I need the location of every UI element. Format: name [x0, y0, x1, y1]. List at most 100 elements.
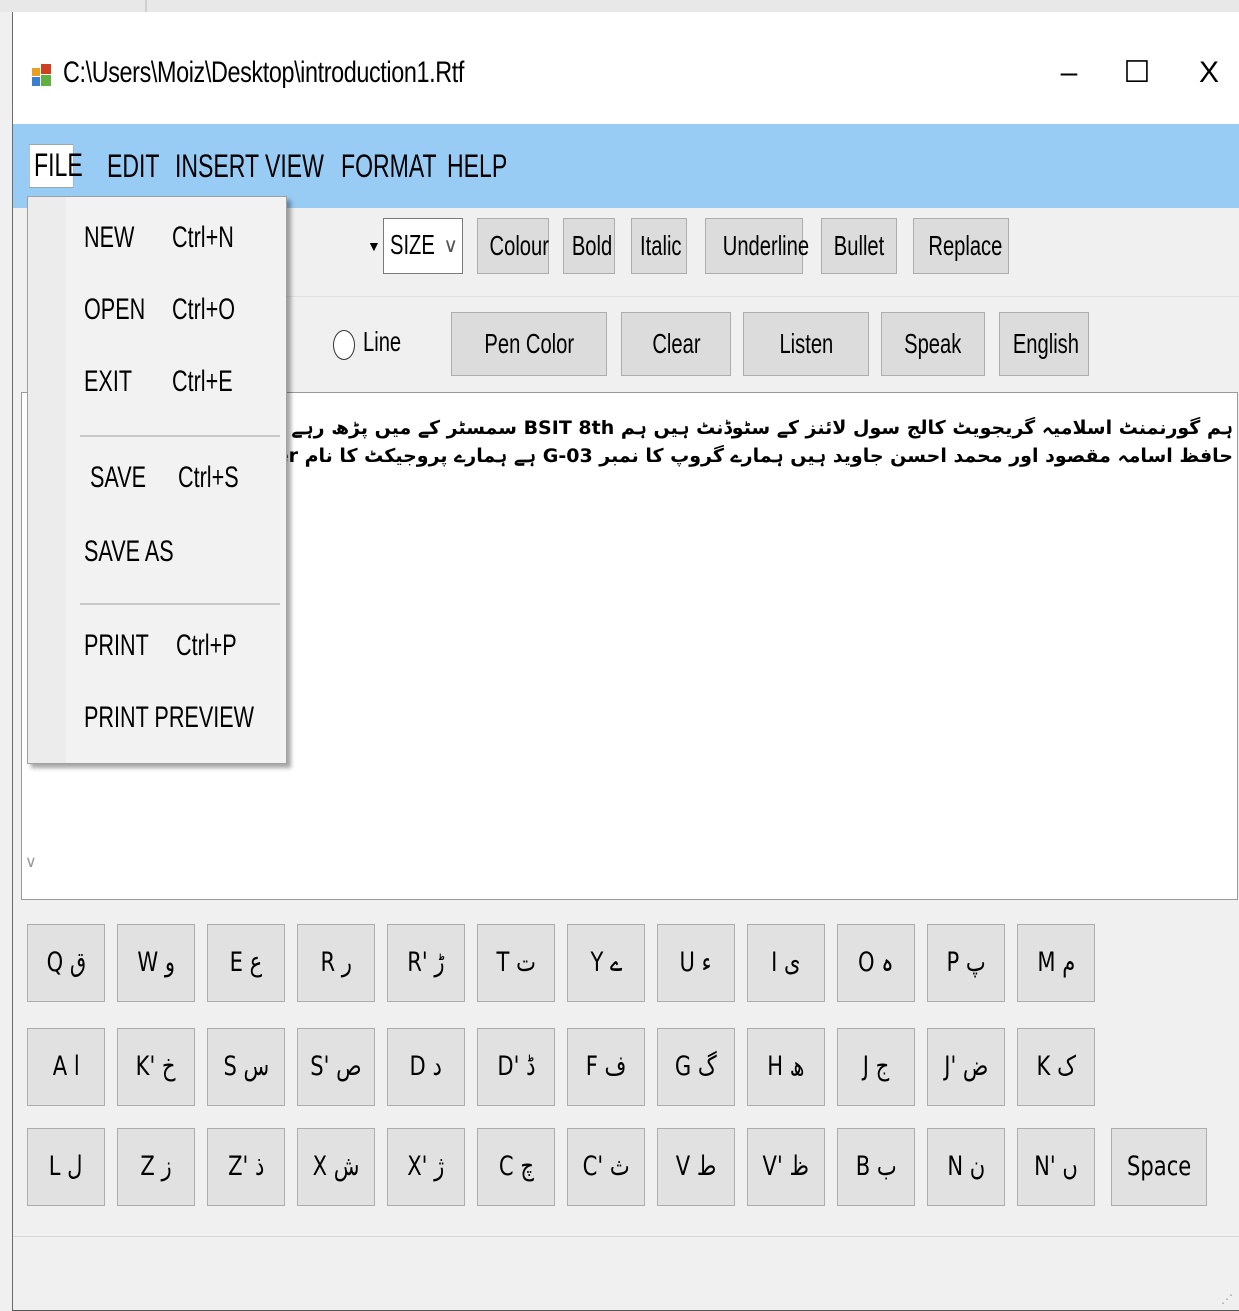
- menu-help[interactable]: HELP: [447, 146, 507, 186]
- menu-view[interactable]: VIEW: [265, 146, 324, 186]
- key-label: D' ڈ: [496, 1051, 536, 1082]
- line-radio[interactable]: [333, 330, 355, 360]
- scroll-down-icon[interactable]: ∨: [25, 852, 37, 872]
- key-y[interactable]: Y ے: [567, 924, 645, 1002]
- menu-insert[interactable]: INSERT: [175, 146, 259, 186]
- menu-file[interactable]: FILE: [29, 144, 83, 188]
- colour-button[interactable]: Colour: [477, 218, 549, 274]
- key-label: O ہ: [858, 947, 894, 978]
- replace-button-label: Replace: [928, 230, 1003, 261]
- key-g[interactable]: G گ: [657, 1028, 735, 1106]
- key-a[interactable]: A ا: [27, 1028, 105, 1106]
- menu-item-open[interactable]: OPEN Ctrl+O: [28, 283, 286, 339]
- key-label: S' ص: [310, 1051, 362, 1082]
- speak-button-label: Speak: [904, 328, 962, 359]
- replace-button[interactable]: Replace: [913, 218, 1009, 274]
- key-o[interactable]: O ہ: [837, 924, 915, 1002]
- pen-color-label: Pen Color: [484, 328, 574, 359]
- key-l[interactable]: L ل: [27, 1128, 105, 1206]
- bullet-button[interactable]: Bullet: [821, 218, 897, 274]
- speak-button[interactable]: Speak: [881, 312, 985, 376]
- key-r[interactable]: R ر: [297, 924, 375, 1002]
- resize-grip-icon[interactable]: ⋰: [1221, 1292, 1233, 1306]
- key-q[interactable]: Q ق: [27, 924, 105, 1002]
- space-key[interactable]: Space: [1111, 1128, 1207, 1206]
- key-d[interactable]: D د: [387, 1028, 465, 1106]
- key-s[interactable]: S س: [207, 1028, 285, 1106]
- key-b[interactable]: B ب: [837, 1128, 915, 1206]
- bold-button[interactable]: Bold: [563, 218, 615, 274]
- key-label: K' خ: [136, 1051, 176, 1082]
- key-v[interactable]: V ط: [657, 1128, 735, 1206]
- menu-separator: [80, 435, 280, 437]
- menu-item-exit[interactable]: EXIT Ctrl+E: [28, 355, 286, 411]
- clear-button[interactable]: Clear: [621, 312, 731, 376]
- menu-item-shortcut: Ctrl+N: [172, 221, 234, 254]
- key-label: W و: [137, 947, 175, 978]
- key-z-alt[interactable]: Z' ذ: [207, 1128, 285, 1206]
- key-c-alt[interactable]: C' ث: [567, 1128, 645, 1206]
- size-select[interactable]: SIZE ∨: [383, 218, 463, 274]
- key-label: E ع: [229, 947, 263, 978]
- menu-item-label: PRINT: [84, 629, 149, 662]
- key-t[interactable]: T ت: [477, 924, 555, 1002]
- key-label: R ر: [320, 947, 352, 978]
- key-label: B ب: [855, 1151, 897, 1182]
- minimize-button[interactable]: –: [1049, 50, 1089, 96]
- key-label: G گ: [675, 1051, 717, 1082]
- key-k[interactable]: K ک: [1017, 1028, 1095, 1106]
- key-p[interactable]: P پ: [927, 924, 1005, 1002]
- italic-button[interactable]: Italic: [631, 218, 687, 274]
- key-u[interactable]: U ء: [657, 924, 735, 1002]
- key-k-alt[interactable]: K' خ: [117, 1028, 195, 1106]
- key-s-alt[interactable]: S' ص: [297, 1028, 375, 1106]
- menu-item-label: PRINT PREVIEW: [84, 701, 255, 734]
- key-n-alt[interactable]: N' ں: [1017, 1128, 1095, 1206]
- key-c[interactable]: C چ: [477, 1128, 555, 1206]
- key-label: J' ض: [943, 1051, 989, 1082]
- listen-button[interactable]: Listen: [743, 312, 869, 376]
- colour-button-label: Colour: [489, 230, 549, 261]
- key-label: N' ں: [1034, 1151, 1078, 1182]
- window-title: C:\Users\Moiz\Desktop\introduction1.Rtf: [63, 56, 464, 89]
- key-j-alt[interactable]: J' ض: [927, 1028, 1005, 1106]
- menu-edit[interactable]: EDIT: [107, 146, 159, 186]
- key-h[interactable]: H ھ: [747, 1028, 825, 1106]
- english-button[interactable]: English: [999, 312, 1089, 376]
- font-dropdown-arrow-icon[interactable]: ▼: [367, 238, 381, 254]
- menu-item-label: EXIT: [84, 365, 133, 398]
- key-label: X' ژ: [407, 1151, 445, 1182]
- close-button[interactable]: X: [1189, 50, 1229, 96]
- key-x[interactable]: X ش: [297, 1128, 375, 1206]
- key-i[interactable]: I ی: [747, 924, 825, 1002]
- key-label: A ا: [52, 1051, 80, 1082]
- key-n[interactable]: N ن: [927, 1128, 1005, 1206]
- key-label: R' ڑ: [407, 947, 445, 978]
- listen-button-label: Listen: [779, 328, 833, 359]
- key-label: K ک: [1036, 1051, 1076, 1082]
- key-label: Z ز: [140, 1151, 172, 1182]
- menu-item-save-as[interactable]: SAVE AS: [28, 525, 286, 581]
- menu-item-print-preview[interactable]: PRINT PREVIEW: [28, 691, 286, 747]
- key-f[interactable]: F ف: [567, 1028, 645, 1106]
- key-e[interactable]: E ع: [207, 924, 285, 1002]
- key-d-alt[interactable]: D' ڈ: [477, 1028, 555, 1106]
- menu-item-label: OPEN: [84, 293, 146, 326]
- key-x-alt[interactable]: X' ژ: [387, 1128, 465, 1206]
- key-v-alt[interactable]: V' ظ: [747, 1128, 825, 1206]
- underline-button[interactable]: Underline: [705, 218, 809, 274]
- key-r-alt[interactable]: R' ڑ: [387, 924, 465, 1002]
- pen-color-button[interactable]: Pen Color: [451, 312, 607, 376]
- key-w[interactable]: W و: [117, 924, 195, 1002]
- key-j[interactable]: J ج: [837, 1028, 915, 1106]
- key-z[interactable]: Z ز: [117, 1128, 195, 1206]
- key-label: C' ث: [582, 1151, 630, 1182]
- menu-item-new[interactable]: NEW Ctrl+N: [28, 211, 286, 267]
- menu-format[interactable]: FORMAT: [341, 146, 437, 186]
- english-button-label: English: [1012, 328, 1079, 359]
- key-m[interactable]: M م: [1017, 924, 1095, 1002]
- key-label: D د: [409, 1051, 443, 1082]
- menu-item-save[interactable]: SAVE Ctrl+S: [28, 451, 286, 507]
- maximize-button[interactable]: ☐: [1117, 50, 1157, 96]
- menu-item-print[interactable]: PRINT Ctrl+P: [28, 619, 286, 675]
